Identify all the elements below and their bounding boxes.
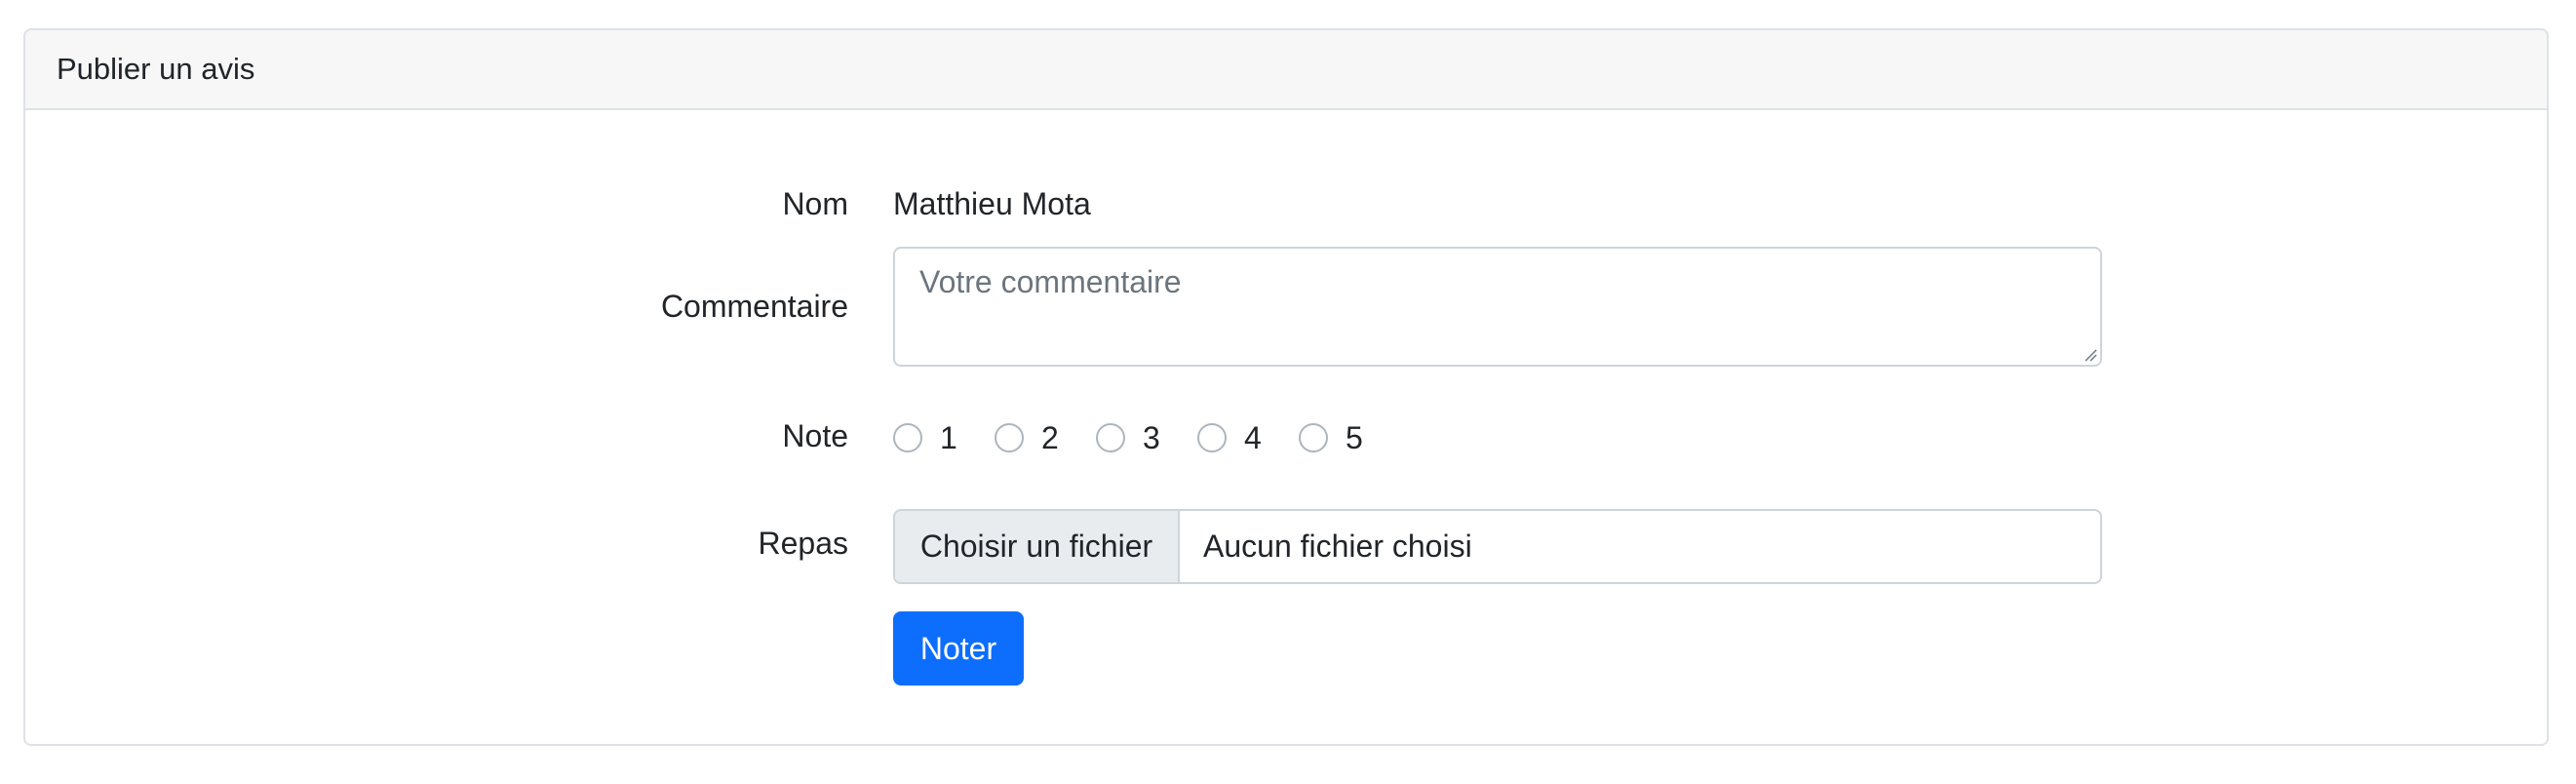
resize-handle-icon[interactable] (2082, 346, 2097, 362)
note-option-1[interactable]: 1 (893, 420, 963, 456)
note-label: Note (782, 418, 848, 453)
card-title: Publier un avis (57, 52, 255, 86)
note-option-2[interactable]: 2 (995, 420, 1065, 456)
radio-label-3: 3 (1143, 419, 1160, 455)
note-radio-group: 1 2 3 4 5 (893, 418, 1400, 457)
nom-value: Matthieu Mota (893, 186, 1091, 221)
note-option-4[interactable]: 4 (1197, 420, 1268, 456)
radio-4[interactable] (1197, 423, 1227, 452)
commentaire-textarea[interactable]: Votre commentaire (893, 247, 2102, 367)
radio-3[interactable] (1096, 423, 1125, 452)
radio-label-2: 2 (1041, 419, 1059, 455)
radio-2[interactable] (995, 423, 1024, 452)
radio-label-1: 1 (940, 419, 957, 455)
review-card: Publier un avis Nom Matthieu Mota Commen… (23, 28, 2549, 746)
repas-file-input[interactable]: Choisir un fichier Aucun fichier choisi (893, 509, 2102, 584)
radio-5[interactable] (1299, 423, 1328, 452)
file-status: Aucun fichier choisi (1203, 529, 1472, 564)
commentaire-placeholder: Votre commentaire (919, 264, 1182, 299)
choose-file-button[interactable]: Choisir un fichier (895, 511, 1180, 582)
note-option-3[interactable]: 3 (1096, 420, 1166, 456)
commentaire-label: Commentaire (660, 289, 848, 324)
repas-label: Repas (758, 526, 849, 561)
radio-1[interactable] (893, 423, 922, 452)
noter-button[interactable]: Noter (893, 611, 1024, 686)
radio-label-5: 5 (1346, 419, 1363, 455)
nom-label: Nom (782, 186, 848, 221)
radio-label-4: 4 (1244, 419, 1262, 455)
note-option-5[interactable]: 5 (1299, 420, 1369, 456)
card-header: Publier un avis (25, 30, 2547, 110)
